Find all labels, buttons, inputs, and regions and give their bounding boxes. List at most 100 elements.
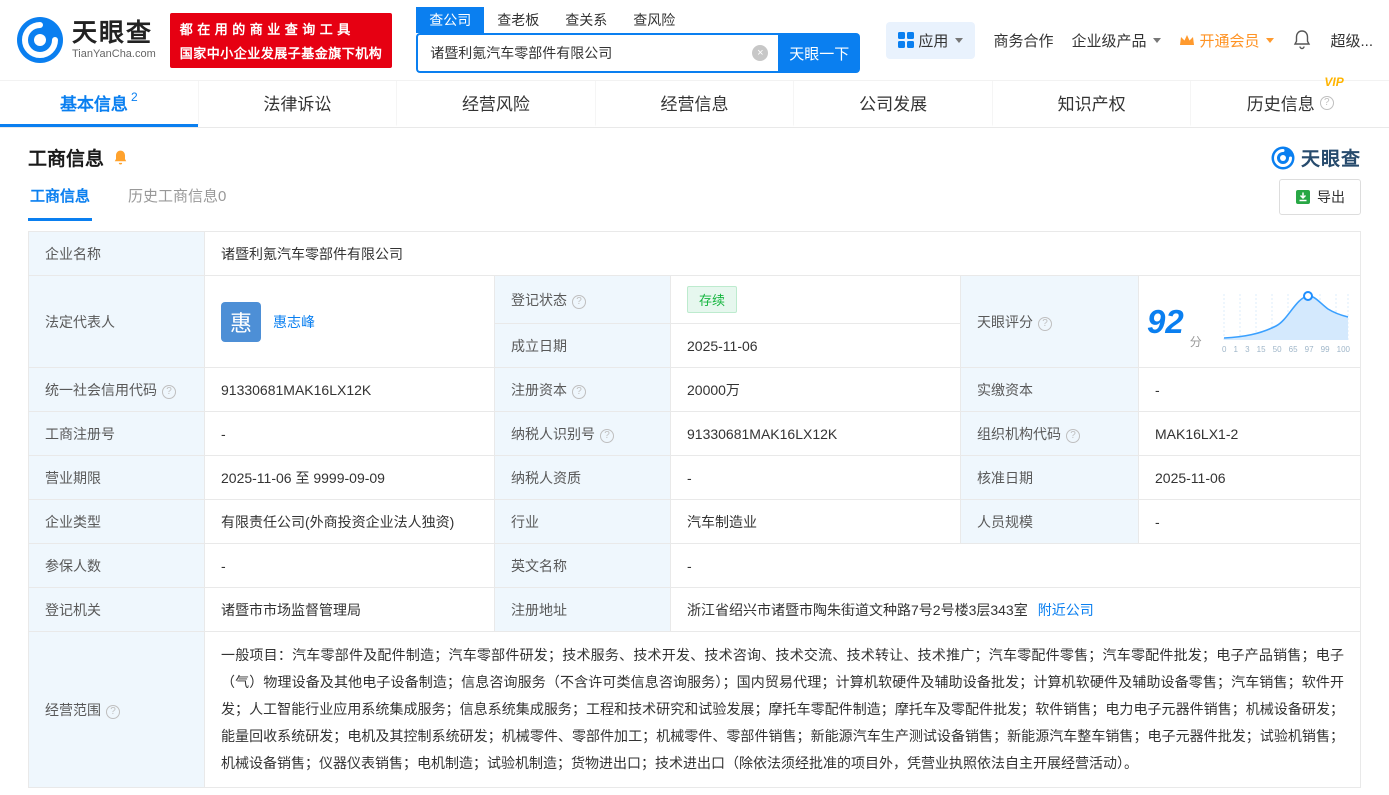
- score-chart[interactable]: 01 315 5065 9799 100: [1222, 290, 1352, 354]
- info-icon[interactable]: ?: [600, 429, 614, 443]
- value-reg-authority: 诸暨市市场监督管理局: [205, 588, 495, 632]
- value-taxpayer-quality: -: [671, 456, 961, 500]
- company-tabs: 基本信息 2 法律诉讼 经营风险 经营信息 公司发展 知识产权 历史信息 ? V…: [0, 80, 1389, 128]
- label-company-name: 企业名称: [29, 232, 205, 276]
- score-chart-axis: 01 315 5065 9799 100: [1222, 346, 1350, 354]
- info-icon[interactable]: ?: [106, 705, 120, 719]
- row-business-term: 营业期限 2025-11-06 至 9999-09-09 纳税人资质 - 核准日…: [29, 456, 1361, 500]
- monitor-bell-icon[interactable]: [112, 149, 129, 167]
- label-insured-count: 参保人数: [29, 544, 205, 588]
- tab-intellectual-property[interactable]: 知识产权: [992, 81, 1191, 127]
- tab-lawsuits[interactable]: 法律诉讼: [198, 81, 397, 127]
- label-business-term: 营业期限: [29, 456, 205, 500]
- label-business-scope: 经营范围?: [29, 632, 205, 788]
- nav-cooperation-label: 商务合作: [993, 30, 1053, 51]
- label-score: 天眼评分?: [961, 276, 1139, 368]
- label-text: 组织机构代码: [977, 426, 1061, 442]
- search-button[interactable]: 天眼一下: [778, 33, 860, 73]
- tab-basic-info[interactable]: 基本信息 2: [0, 81, 198, 127]
- label-text: 注册资本: [511, 382, 567, 398]
- info-icon[interactable]: ?: [572, 385, 586, 399]
- nav-super-vip[interactable]: 超级...: [1330, 30, 1373, 51]
- search-tab-company[interactable]: 查公司: [416, 7, 484, 33]
- subtab-business-info[interactable]: 工商信息: [28, 173, 92, 221]
- value-establish-date: 2025-11-06: [671, 324, 961, 368]
- value-english-name: -: [671, 544, 1361, 588]
- tab-operational-risk[interactable]: 经营风险: [396, 81, 595, 127]
- nav-notifications[interactable]: [1292, 29, 1312, 51]
- nav-apps[interactable]: 应用: [886, 22, 975, 59]
- subtab-history-business-info[interactable]: 历史工商信息0: [126, 173, 228, 221]
- value-company-name: 诸暨利氪汽车零部件有限公司: [205, 232, 1361, 276]
- info-icon[interactable]: ?: [162, 385, 176, 399]
- excel-export-icon: [1295, 189, 1311, 205]
- nav-enterprise-products[interactable]: 企业级产品: [1071, 30, 1161, 51]
- search-tab-relation[interactable]: 查关系: [552, 7, 620, 33]
- tab-operation-label: 经营信息: [661, 90, 729, 115]
- tab-operation-info[interactable]: 经营信息: [595, 81, 794, 127]
- nav-apps-label: 应用: [918, 30, 948, 51]
- score-marker: [1304, 292, 1312, 300]
- watermark-logo-icon: [1271, 146, 1295, 170]
- nav-cooperation[interactable]: 商务合作: [993, 30, 1053, 51]
- value-reg-number: -: [205, 412, 495, 456]
- label-company-type: 企业类型: [29, 500, 205, 544]
- tab-basic-badge: 2: [131, 90, 138, 104]
- nav-open-vip[interactable]: 开通会员: [1179, 30, 1274, 51]
- nearby-companies-link[interactable]: 附近公司: [1038, 600, 1094, 620]
- label-text: 登记状态: [511, 292, 567, 308]
- value-business-scope: 一般项目：汽车零部件及配件制造；汽车零部件研发；技术服务、技术开发、技术咨询、技…: [205, 632, 1361, 788]
- crown-icon: [1179, 34, 1195, 46]
- info-icon[interactable]: ?: [1320, 96, 1334, 110]
- export-label: 导出: [1317, 187, 1345, 207]
- subtabs-row: 工商信息 历史工商信息0 导出: [0, 177, 1389, 221]
- top-header: 天眼查 TianYanCha.com 都在用的商业查询工具 国家中小企业发展子基…: [0, 0, 1389, 80]
- info-icon[interactable]: ?: [1038, 317, 1052, 331]
- search-input-wrap: ×: [416, 33, 778, 73]
- subtab-history-label: 历史工商信息: [128, 188, 218, 205]
- label-reg-authority: 登记机关: [29, 588, 205, 632]
- search-area: 查公司 查老板 查关系 查风险 × 天眼一下: [416, 7, 860, 73]
- search-tab-risk[interactable]: 查风险: [620, 7, 688, 33]
- value-legal-rep: 惠 惠志峰: [205, 276, 495, 368]
- vip-badge: VIP: [1324, 75, 1343, 89]
- value-credit-code: 91330681MAK16LX12K: [205, 368, 495, 412]
- info-icon[interactable]: ?: [572, 295, 586, 309]
- watermark-text: 天眼查: [1301, 144, 1361, 171]
- chevron-down-icon: [955, 38, 963, 43]
- legal-rep-avatar[interactable]: 惠: [221, 302, 261, 342]
- nav-enterprise-label: 企业级产品: [1071, 30, 1146, 51]
- section-header: 工商信息 天眼查: [0, 128, 1389, 177]
- reg-address-text: 浙江省绍兴市诸暨市陶朱街道文种路7号2号楼3层343室: [687, 600, 1028, 620]
- search-input[interactable]: [416, 33, 778, 73]
- search-tab-boss[interactable]: 查老板: [484, 7, 552, 33]
- tab-ip-label: 知识产权: [1058, 90, 1126, 115]
- tab-risk-label: 经营风险: [462, 90, 530, 115]
- value-business-term: 2025-11-06 至 9999-09-09: [205, 456, 495, 500]
- export-button[interactable]: 导出: [1279, 179, 1361, 215]
- chevron-down-icon: [1153, 38, 1161, 43]
- promo-banner: 都在用的商业查询工具 国家中小企业发展子基金旗下机构: [170, 13, 393, 68]
- score-unit: 分: [1190, 333, 1202, 350]
- row-company-type: 企业类型 有限责任公司(外商投资企业法人独资) 行业 汽车制造业 人员规模 -: [29, 500, 1361, 544]
- label-text: 天眼评分: [977, 314, 1033, 330]
- label-reg-status: 登记状态?: [495, 276, 671, 324]
- nav-vip-label: 开通会员: [1199, 30, 1259, 51]
- value-taxpayer-id: 91330681MAK16LX12K: [671, 412, 961, 456]
- row-reg-authority: 登记机关 诸暨市市场监督管理局 注册地址 浙江省绍兴市诸暨市陶朱街道文种路7号2…: [29, 588, 1361, 632]
- banner-line-1: 都在用的商业查询工具: [180, 19, 383, 38]
- label-approval-date: 核准日期: [961, 456, 1139, 500]
- tianyancha-logo-icon: [16, 16, 64, 64]
- info-icon[interactable]: ?: [1066, 429, 1080, 443]
- tab-history-info[interactable]: 历史信息 ? VIP: [1190, 81, 1389, 127]
- business-info-table: 企业名称 诸暨利氪汽车零部件有限公司 法定代表人 惠 惠志峰 登记状态? 存续 …: [28, 231, 1361, 788]
- tianyancha-logo[interactable]: 天眼查 TianYanCha.com: [16, 16, 156, 64]
- legal-rep-link[interactable]: 惠志峰: [273, 312, 315, 332]
- value-org-code: MAK16LX1-2: [1139, 412, 1361, 456]
- label-credit-code: 统一社会信用代码?: [29, 368, 205, 412]
- label-paid-capital: 实缴资本: [961, 368, 1139, 412]
- section-title: 工商信息: [28, 144, 104, 171]
- tab-company-development[interactable]: 公司发展: [793, 81, 992, 127]
- value-industry: 汽车制造业: [671, 500, 961, 544]
- row-insured-count: 参保人数 - 英文名称 -: [29, 544, 1361, 588]
